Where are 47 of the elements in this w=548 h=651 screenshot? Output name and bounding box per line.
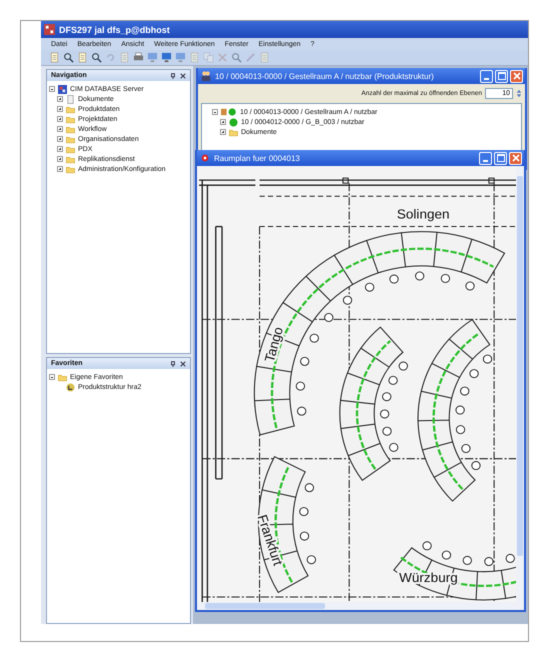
expander-icon[interactable] — [57, 106, 63, 112]
search-icon[interactable] — [91, 52, 102, 63]
room-label: Tango — [262, 325, 286, 364]
status-dot-icon — [229, 118, 238, 126]
folder-icon — [229, 128, 238, 136]
pin-icon[interactable] — [170, 360, 176, 366]
document-icon[interactable] — [77, 52, 88, 63]
window-title: Raumplan fuer 0004013 — [214, 154, 301, 162]
vertical-scrollbar[interactable] — [516, 166, 524, 602]
expander-icon[interactable] — [220, 129, 226, 135]
room-label: Solingen — [396, 206, 450, 222]
status-icon — [221, 108, 237, 116]
monitor-icon[interactable] — [161, 52, 172, 63]
expander-icon[interactable] — [57, 116, 63, 122]
expander-icon[interactable] — [57, 146, 63, 152]
close-button[interactable] — [510, 70, 523, 82]
maximize-button[interactable] — [494, 152, 507, 164]
minimize-button[interactable] — [480, 70, 493, 82]
window-title: 10 / 0004013-0000 / Gestellraum A / nutzbar (Produktstruktur) — [215, 72, 435, 80]
expander-icon[interactable] — [57, 156, 63, 162]
document-icon — [66, 94, 75, 104]
folder-icon — [58, 372, 67, 382]
minimize-button[interactable] — [479, 152, 492, 164]
expander-icon[interactable] — [49, 374, 55, 380]
expander-icon[interactable] — [212, 109, 218, 115]
spinner-icon[interactable] — [516, 88, 522, 99]
app-title: DFS297 jal dfs_p@dbhost — [59, 24, 170, 34]
search-icon[interactable] — [63, 52, 74, 63]
people-icon — [201, 71, 211, 81]
printer-icon[interactable] — [133, 52, 144, 63]
favorite-icon — [66, 382, 75, 392]
pin-icon[interactable] — [170, 72, 176, 78]
expander-icon[interactable] — [57, 126, 63, 132]
close-button[interactable] — [509, 152, 522, 164]
expander-icon[interactable] — [57, 96, 63, 102]
expander-icon[interactable] — [220, 119, 226, 125]
app-icon — [44, 24, 55, 35]
server-icon — [58, 84, 67, 94]
new-document-icon[interactable] — [49, 52, 60, 63]
maximize-button[interactable] — [495, 70, 508, 82]
expander-icon[interactable] — [49, 86, 55, 92]
horizontal-scrollbar[interactable] — [197, 602, 524, 610]
expander-icon[interactable] — [57, 136, 63, 142]
app-icon — [200, 153, 210, 163]
close-icon[interactable] — [180, 360, 186, 366]
close-icon[interactable] — [180, 72, 186, 78]
expander-icon[interactable] — [57, 166, 63, 172]
